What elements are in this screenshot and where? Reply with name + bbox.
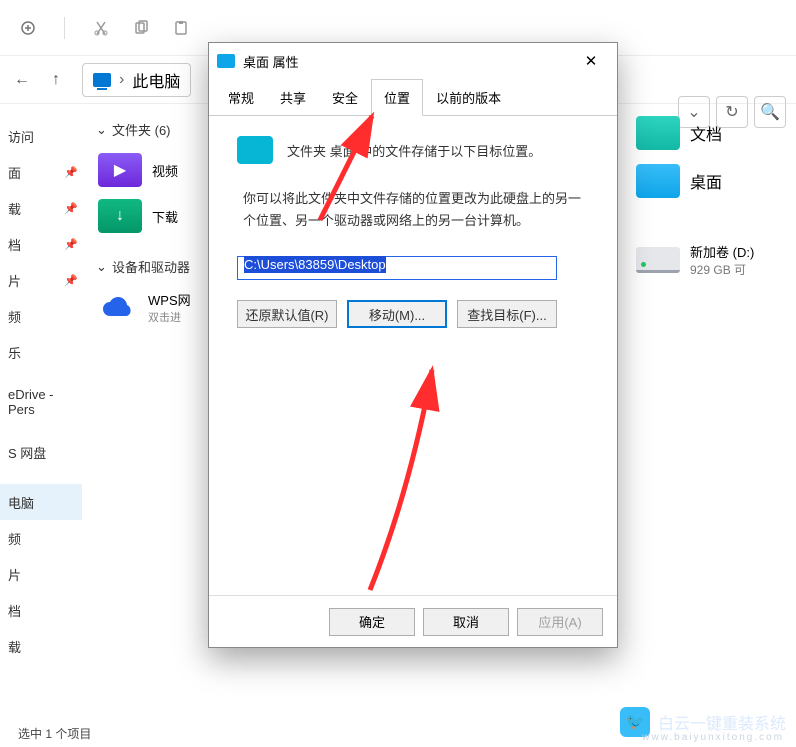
chevron-down-icon: ⌄ [96, 125, 106, 135]
tabs: 常规 共享 安全 位置 以前的版本 [209, 79, 617, 116]
documents-folder-icon [636, 116, 680, 150]
sidebar-item[interactable]: 载 [0, 628, 82, 664]
pin-icon: 📌 [64, 274, 78, 287]
folder-big-icon [237, 136, 273, 164]
sidebar-item[interactable]: 乐 [0, 334, 82, 370]
sidebar-item[interactable]: 面📌 [0, 154, 82, 190]
breadcrumb-label: 此电脑 [132, 68, 180, 92]
desktop-folder-icon [636, 164, 680, 198]
path-input[interactable]: C:\Users\83859\Desktop [237, 256, 557, 280]
sidebar-item[interactable]: 频 [0, 520, 82, 556]
sidebar-item-wps[interactable]: S 网盘 [0, 434, 82, 470]
drive-d[interactable]: 新加卷 (D:) 929 GB 可 [636, 242, 796, 278]
new-icon[interactable] [18, 18, 38, 38]
drive-icon [636, 247, 680, 273]
properties-dialog: 桌面 属性 ✕ 常规 共享 安全 位置 以前的版本 文件夹 桌面 中的文件存储于… [208, 42, 618, 648]
tab-security[interactable]: 安全 [319, 79, 371, 116]
pin-icon: 📌 [64, 166, 78, 179]
sidebar-item-pc[interactable]: 电脑 [0, 484, 82, 520]
download-folder-icon: ↓ [98, 199, 142, 233]
paste-icon[interactable] [171, 18, 191, 38]
dialog-title: 桌面 属性 [243, 52, 573, 71]
sidebar-item[interactable]: 片 [0, 556, 82, 592]
dialog-icon [217, 54, 235, 68]
pin-icon: 📌 [64, 238, 78, 251]
cancel-button[interactable]: 取消 [423, 608, 509, 636]
up-button[interactable]: ↑ [42, 66, 70, 94]
tab-previous[interactable]: 以前的版本 [423, 79, 514, 116]
close-button[interactable]: ✕ [573, 47, 609, 75]
header-text: 文件夹 桌面 中的文件存储于以下目标位置。 [287, 141, 541, 160]
pin-icon: 📌 [64, 202, 78, 215]
pc-icon [93, 73, 111, 87]
apply-button[interactable]: 应用(A) [517, 608, 603, 636]
sidebar-item[interactable]: 档 [0, 592, 82, 628]
sidebar: 访问 面📌 载📌 档📌 片📌 频 乐 eDrive - Pers S 网盘 电脑… [0, 104, 82, 715]
sidebar-item[interactable]: 片📌 [0, 262, 82, 298]
description-text: 你可以将此文件夹中文件存储的位置更改为此硬盘上的另一个位置、另一个驱动器或网络上… [243, 188, 589, 232]
back-button[interactable]: ← [8, 66, 36, 94]
sidebar-item-onedrive[interactable]: eDrive - Pers [0, 384, 82, 420]
sidebar-item[interactable]: 载📌 [0, 190, 82, 226]
sidebar-item[interactable]: 档📌 [0, 226, 82, 262]
tab-location[interactable]: 位置 [371, 79, 423, 116]
cut-icon[interactable] [91, 18, 111, 38]
chevron-down-icon: ⌄ [96, 262, 106, 272]
sidebar-item[interactable]: 访问 [0, 118, 82, 154]
folder-documents[interactable]: 文档 [636, 116, 796, 150]
sidebar-item[interactable]: 频 [0, 298, 82, 334]
find-target-button[interactable]: 查找目标(F)... [457, 300, 557, 328]
cloud-icon [98, 293, 138, 323]
restore-default-button[interactable]: 还原默认值(R) [237, 300, 337, 328]
folder-desktop[interactable]: 桌面 [636, 164, 796, 198]
video-folder-icon: ▶ [98, 153, 142, 187]
move-button[interactable]: 移动(M)... [347, 300, 447, 328]
tab-sharing[interactable]: 共享 [267, 79, 319, 116]
ok-button[interactable]: 确定 [329, 608, 415, 636]
breadcrumb[interactable]: › 此电脑 [82, 63, 191, 97]
tab-general[interactable]: 常规 [215, 79, 267, 116]
watermark: 🐦 白云一键重装系统 www.baiyunxitong.com [620, 707, 786, 737]
copy-icon[interactable] [131, 18, 151, 38]
